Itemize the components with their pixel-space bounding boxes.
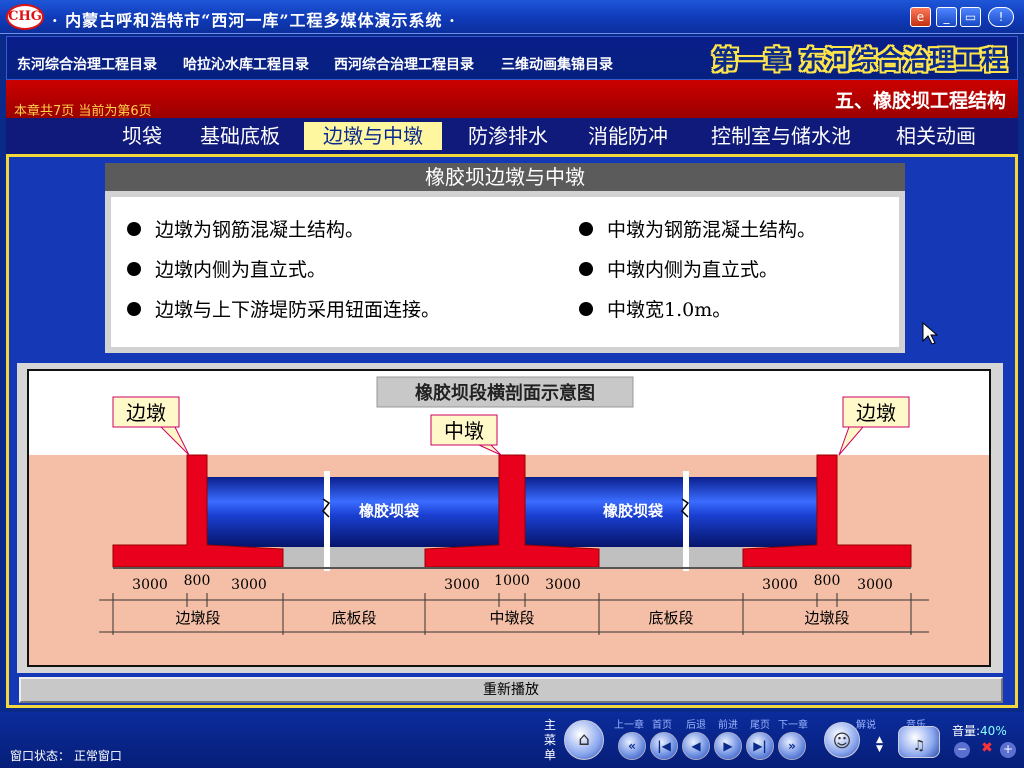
ie-icon[interactable]: e — [910, 7, 931, 27]
next-chapter-button[interactable]: » — [778, 732, 806, 760]
content-area: 橡胶坝边墩与中墩 边墩为钢筋混凝土结构。 边墩内侧为直立式。 边墩与上下游堤防采… — [6, 154, 1018, 708]
base-slab-left — [281, 547, 425, 569]
tab-energy-dissipation[interactable]: 消能防冲 — [578, 122, 678, 150]
diagram-title: 橡胶坝段横剖面示意图 — [415, 382, 595, 404]
bullet-icon — [579, 302, 593, 316]
segment-label: 底板段 — [331, 609, 376, 627]
dimension-label: 800 — [184, 573, 211, 589]
right-bullet: 中墩宽1.0m。 — [579, 295, 731, 322]
main-menu-button[interactable]: ⌂ — [564, 720, 604, 760]
dimension-label: 1000 — [494, 573, 530, 589]
chapter-title: 第一章 东河综合治理工程 — [711, 46, 1007, 76]
menu-item-halaqin[interactable]: 哈拉沁水库工程目录 — [183, 54, 309, 74]
window-status: 窗口状态： 正常窗口 — [10, 749, 122, 763]
tab-seepage[interactable]: 防渗排水 — [458, 122, 558, 150]
mouse-cursor-icon — [922, 322, 938, 345]
break-mark — [324, 471, 330, 571]
diagram-frame: 橡胶坝段横剖面示意图 橡胶坝袋 橡胶坝袋 边墩 中墩 边墩 3000 800 3… — [17, 363, 1003, 673]
left-bullet: 边墩为钢筋混凝土结构。 — [127, 215, 364, 242]
replay-button[interactable]: 重新播放 — [19, 677, 1003, 703]
segment-label: 边墩段 — [804, 609, 849, 627]
nav-label-forward: 前进 — [718, 720, 738, 731]
bullet-icon — [127, 222, 141, 236]
section-bar: 本章共7页 当前为第6页 五、橡胶坝工程结构 — [6, 80, 1018, 119]
callout-label: 边墩 — [856, 401, 896, 425]
info-panel: 橡胶坝边墩与中墩 边墩为钢筋混凝土结构。 边墩内侧为直立式。 边墩与上下游堤防采… — [105, 163, 905, 353]
narrator-icon[interactable]: ☺ — [824, 722, 860, 758]
explain-label: 解说 — [856, 720, 876, 731]
explain-toggle-icon[interactable]: ▲ ▼ — [876, 736, 883, 754]
bullet-icon — [127, 262, 141, 276]
right-bullet: 中墩内侧为直立式。 — [579, 255, 778, 282]
first-page-button[interactable]: |◀ — [650, 732, 678, 760]
tab-control-room[interactable]: 控制室与储水池 — [696, 122, 866, 150]
segment-label: 中墩段 — [489, 609, 534, 627]
panel-title: 橡胶坝边墩与中墩 — [105, 163, 905, 191]
nav-label-home: 首页 — [652, 720, 672, 731]
main-menu-label: 主菜单 — [544, 718, 557, 762]
bag-label: 橡胶坝袋 — [603, 502, 664, 520]
callout-label: 中墩 — [444, 419, 484, 443]
base-slab-right — [599, 547, 743, 569]
music-icon[interactable]: ♫ — [898, 726, 940, 758]
minimize-button[interactable]: _ — [936, 7, 957, 27]
tab-piers[interactable]: 边墩与中墩 — [304, 122, 442, 150]
segment-label: 底板段 — [648, 609, 693, 627]
dimension-label: 800 — [814, 573, 841, 589]
nav-label-next-chapter: 下一章 — [778, 720, 808, 731]
tab-foundation[interactable]: 基础底板 — [190, 122, 290, 150]
cross-section-diagram: 橡胶坝段横剖面示意图 橡胶坝袋 橡胶坝袋 边墩 中墩 边墩 3000 800 3… — [27, 369, 991, 667]
callout-side-pier-right: 边墩 — [838, 396, 910, 456]
nav-label-prev-chapter: 上一章 — [614, 720, 644, 731]
tab-bar: 坝袋 基础底板 边墩与中墩 防渗排水 消能防冲 控制室与储水池 相关动画 — [6, 118, 1018, 154]
mute-icon[interactable]: ✖ — [976, 740, 998, 760]
cross-section-svg: 橡胶坝段横剖面示意图 橡胶坝袋 橡胶坝袋 边墩 中墩 边墩 3000 800 3… — [29, 376, 989, 665]
tab-animation[interactable]: 相关动画 — [886, 122, 986, 150]
dimension-label: 3000 — [132, 577, 168, 593]
volume-value: 40% — [980, 724, 1007, 738]
dimension-label: 3000 — [444, 577, 480, 593]
right-bullet: 中墩为钢筋混凝土结构。 — [579, 215, 816, 242]
dimension-label: 3000 — [857, 577, 893, 593]
volume-down-button[interactable]: − — [954, 742, 970, 758]
volume-label: 音量:40% — [952, 724, 1007, 738]
nav-label-back: 后退 — [686, 720, 706, 731]
nav-label-last: 尾页 — [750, 720, 770, 731]
app-logo: CHG — [6, 4, 44, 30]
callout-middle-pier: 中墩 — [430, 414, 502, 456]
menu-item-donghe[interactable]: 东河综合治理工程目录 — [17, 54, 157, 74]
callout-label: 边墩 — [126, 401, 166, 425]
title-bar: CHG · 内蒙古呼和浩特市“西河一库”工程多媒体演示系统 · e _ ▭ ! — [0, 0, 1024, 34]
page-info: 本章共7页 当前为第6页 — [14, 104, 152, 119]
dimension-label: 3000 — [762, 577, 798, 593]
volume-up-button[interactable]: + — [1000, 742, 1016, 758]
rubber-bag-right — [525, 477, 817, 547]
tab-dam-bag[interactable]: 坝袋 — [114, 122, 170, 150]
forward-button[interactable]: ▶ — [714, 732, 742, 760]
rubber-bag-left — [207, 477, 499, 547]
bottom-bar: 窗口状态： 正常窗口 主菜单 ⌂ 上一章 首页 后退 前进 尾页 下一章 « |… — [0, 712, 1024, 768]
bullet-icon — [579, 222, 593, 236]
menu-bar: 东河综合治理工程目录 哈拉沁水库工程目录 西河综合治理工程目录 三维动画集锦目录… — [6, 36, 1018, 80]
callout-side-pier-left: 边墩 — [112, 396, 190, 456]
dimension-label: 3000 — [231, 577, 267, 593]
menu-item-xihe[interactable]: 西河综合治理工程目录 — [334, 54, 474, 74]
dimension-label: 3000 — [545, 577, 581, 593]
panel-body: 边墩为钢筋混凝土结构。 边墩内侧为直立式。 边墩与上下游堤防采用钮面连接。 中墩… — [111, 197, 899, 347]
left-bullet: 边墩内侧为直立式。 — [127, 255, 326, 282]
bag-label: 橡胶坝袋 — [359, 502, 420, 520]
restore-button[interactable]: ▭ — [960, 7, 981, 27]
info-button[interactable]: ! — [988, 7, 1014, 27]
break-mark — [683, 471, 689, 571]
segment-label: 边墩段 — [175, 609, 220, 627]
app-title: · 内蒙古呼和浩特市“西河一库”工程多媒体演示系统 · — [52, 11, 456, 30]
prev-chapter-button[interactable]: « — [618, 732, 646, 760]
bullet-icon — [127, 302, 141, 316]
menu-item-3d-animation[interactable]: 三维动画集锦目录 — [501, 54, 613, 74]
bullet-icon — [579, 262, 593, 276]
left-bullet: 边墩与上下游堤防采用钮面连接。 — [127, 295, 440, 322]
back-button[interactable]: ◀ — [682, 732, 710, 760]
section-title: 五、橡胶坝工程结构 — [834, 90, 1006, 112]
last-page-button[interactable]: ▶| — [746, 732, 774, 760]
